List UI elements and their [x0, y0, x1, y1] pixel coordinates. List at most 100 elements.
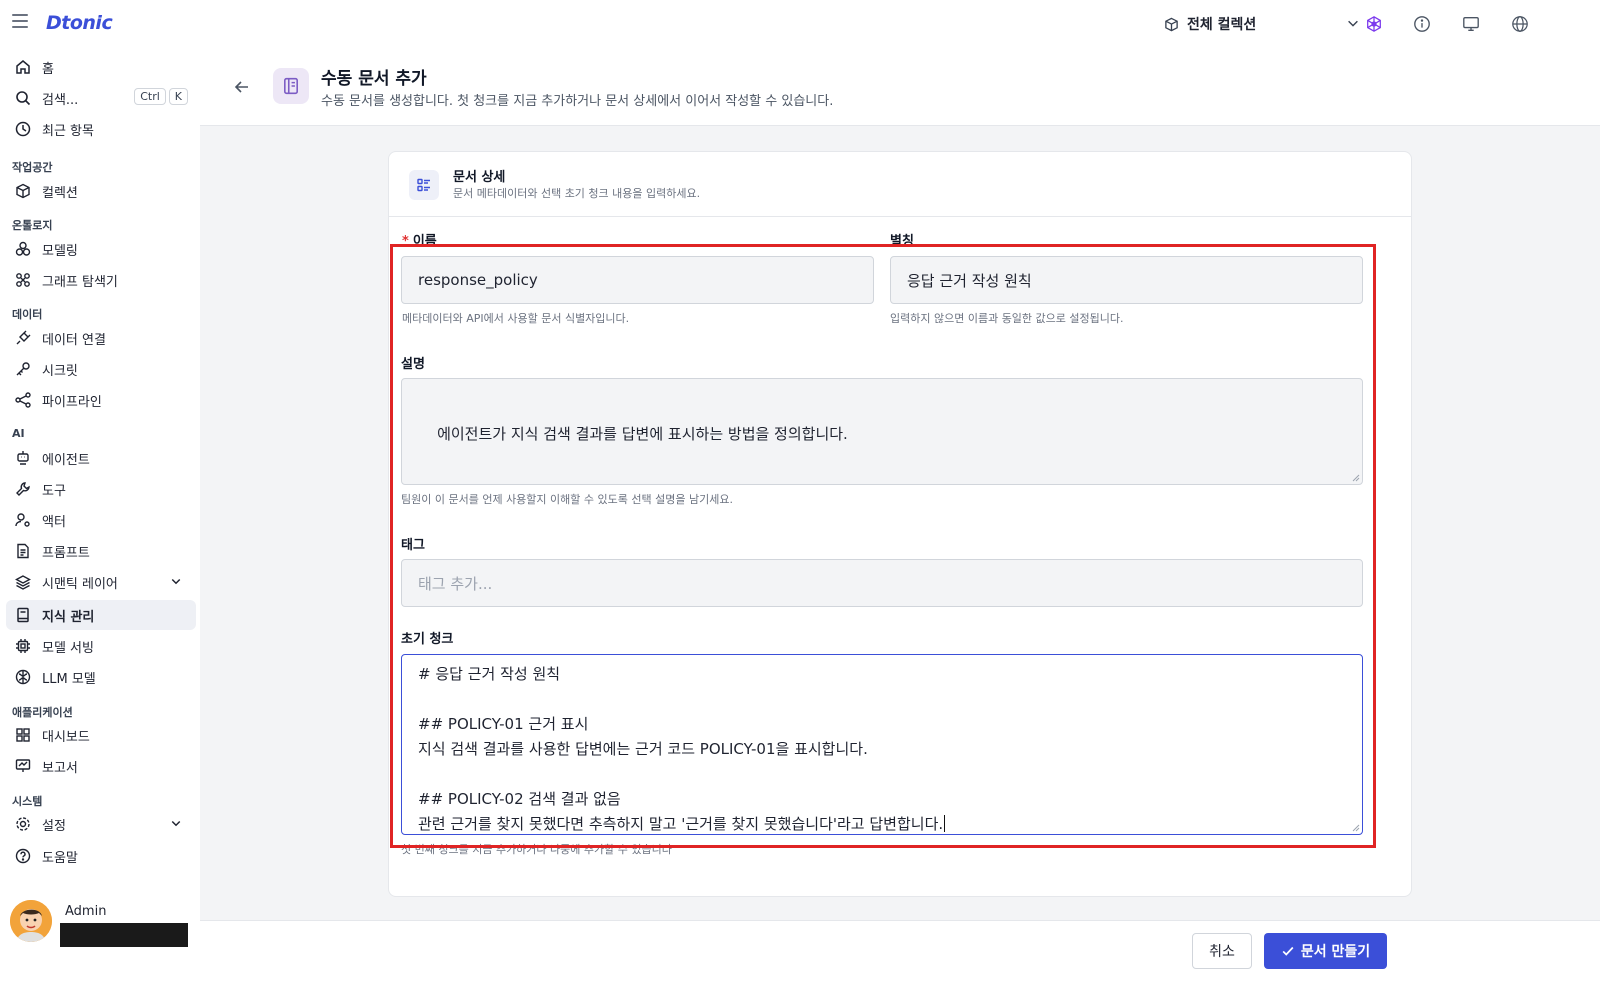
sidebar-item-label: 도움말 — [42, 850, 78, 866]
sidebar-item-agents[interactable]: 에이전트 — [6, 443, 196, 473]
description-value: 에이전트가 지식 검색 결과를 답변에 표시하는 방법을 정의합니다. — [437, 425, 848, 443]
cube-icon — [1165, 17, 1178, 31]
presentation-icon — [14, 757, 32, 775]
layers-icon — [14, 573, 32, 591]
sidebar-item-label: 홈 — [42, 61, 54, 77]
back-button[interactable] — [230, 75, 254, 99]
name-input[interactable]: response_policy — [401, 256, 874, 304]
cancel-button[interactable]: 취소 — [1192, 933, 1252, 969]
check-icon — [1282, 946, 1294, 956]
section-label-system: 시스템 — [12, 795, 43, 808]
sidebar-item-tools[interactable]: 도구 — [6, 474, 196, 504]
sidebar-item-graph-explorer[interactable]: 그래프 탐색기 — [6, 265, 196, 295]
keyboard-shortcut: Ctrl K — [134, 88, 188, 105]
sidebar-item-help[interactable]: 도움말 — [6, 841, 196, 871]
chunk-line — [418, 762, 1346, 787]
search-icon — [14, 89, 32, 107]
monitor-icon[interactable] — [1459, 12, 1483, 36]
collection-select[interactable]: 전체 컬렉션 — [1164, 12, 1360, 36]
sidebar-item-modeling[interactable]: 모델링 — [6, 234, 196, 264]
sidebar-item-label: LLM 모델 — [42, 671, 96, 687]
description-textarea[interactable]: 에이전트가 지식 검색 결과를 답변에 표시하는 방법을 정의합니다. — [401, 378, 1363, 485]
key-icon — [14, 360, 32, 378]
user-menu[interactable]: Admin — [10, 898, 196, 947]
sidebar-item-semantic-layer[interactable]: 시맨틱 레이어 — [6, 567, 196, 597]
sidebar-item-label: 대시보드 — [42, 729, 90, 745]
create-document-label: 문서 만들기 — [1300, 944, 1371, 960]
app-logo[interactable]: Dtonic — [46, 12, 113, 34]
name-label: * 이름 — [402, 230, 437, 249]
avatar — [10, 900, 52, 942]
section-label-data: 데이터 — [12, 308, 43, 321]
alias-hint: 입력하지 않으면 이름과 동일한 값으로 설정됩니다. — [890, 312, 1124, 325]
sidebar-item-label: 지식 관리 — [42, 609, 95, 625]
tags-label: 태그 — [401, 538, 425, 553]
sidebar-item-label: 설정 — [42, 818, 66, 834]
sidebar-item-secrets[interactable]: 시크릿 — [6, 354, 196, 384]
brain-icon — [14, 668, 32, 686]
sidebar-item-settings[interactable]: 설정 — [6, 809, 196, 839]
description-label: 설명 — [401, 357, 425, 372]
chevron-down-icon — [171, 820, 181, 827]
resize-handle-icon[interactable] — [1352, 824, 1360, 832]
user-name: Admin — [65, 904, 107, 919]
redacted-block — [60, 923, 188, 947]
tags-input[interactable]: 태그 추가... — [401, 559, 1363, 607]
chunk-line: ## POLICY-01 근거 표시 — [418, 715, 589, 733]
name-label-text: 이름 — [412, 234, 437, 249]
sidebar-item-llm-models[interactable]: LLM 모델 — [6, 662, 196, 692]
file-text-icon — [14, 542, 32, 560]
sidebar-item-pipelines[interactable]: 파이프라인 — [6, 385, 196, 415]
initial-chunk-textarea[interactable]: # 응답 근거 작성 원칙 ## POLICY-01 근거 표시 지식 검색 결과를… — [401, 654, 1363, 835]
alias-label: 별칭 — [890, 234, 914, 249]
chunk-line: 지식 검색 결과를 사용한 답변에는 근거 코드 POLICY-01을 표시합니… — [418, 740, 868, 758]
sidebar-item-dashboards[interactable]: 대시보드 — [6, 720, 196, 750]
card-title: 문서 상세 — [453, 170, 506, 185]
sidebar-item-reports[interactable]: 보고서 — [6, 751, 196, 781]
shapes-icon — [14, 240, 32, 258]
name-hint: 메타데이터와 API에서 사용할 문서 식별자입니다. — [402, 312, 630, 325]
resize-handle-icon[interactable] — [1352, 474, 1360, 482]
globe-icon[interactable] — [1508, 12, 1532, 36]
sidebar-item-label: 보고서 — [42, 760, 78, 776]
sidebar-item-collections[interactable]: 컬렉션 — [6, 176, 196, 206]
sidebar: 홈 검색... Ctrl K 최근 항목 작업공간 컬렉션 온톨로지 모델링 그… — [0, 48, 200, 1000]
sidebar-item-label: 데이터 연결 — [42, 332, 106, 348]
sidebar-item-recent[interactable]: 최근 항목 — [6, 114, 196, 144]
kbd-k: K — [168, 88, 188, 105]
share-icon — [14, 391, 32, 409]
text-cursor — [944, 815, 946, 832]
wrench-icon — [14, 480, 32, 498]
section-label-ontology: 온톨로지 — [12, 219, 53, 232]
collection-select-label: 전체 컬렉션 — [1187, 17, 1257, 33]
main-content: 수동 문서 추가 수동 문서를 생성합니다. 첫 청크를 지금 추가하거나 문서… — [200, 48, 1600, 1000]
create-document-button[interactable]: 문서 만들기 — [1264, 933, 1387, 969]
sidebar-item-data-connections[interactable]: 데이터 연결 — [6, 323, 196, 353]
sidebar-item-label: 컬렉션 — [42, 185, 78, 201]
card-header: 문서 상세 문서 메타데이터와 선택 초기 청크 내용을 입력하세요. — [389, 152, 1411, 217]
user-cog-icon — [14, 511, 32, 529]
sidebar-item-model-serving[interactable]: 모델 서빙 — [6, 631, 196, 661]
menu-icon[interactable] — [12, 14, 28, 28]
sidebar-item-prompts[interactable]: 프롬프트 — [6, 536, 196, 566]
graph-icon[interactable] — [1362, 12, 1386, 36]
list-details-icon — [409, 170, 439, 200]
home-icon — [14, 58, 32, 76]
sidebar-item-knowledge[interactable]: 지식 관리 — [6, 600, 196, 630]
sidebar-item-label: 시맨틱 레이어 — [42, 576, 118, 592]
sidebar-item-label: 프롬프트 — [42, 545, 90, 561]
chevron-down-icon — [171, 578, 181, 585]
sidebar-item-label: 모델링 — [42, 243, 78, 259]
sidebar-item-label: 액터 — [42, 514, 66, 530]
sidebar-item-home[interactable]: 홈 — [6, 52, 196, 82]
cpu-icon — [14, 637, 32, 655]
sidebar-item-search[interactable]: 검색... Ctrl K — [6, 83, 196, 113]
sidebar-item-actors[interactable]: 액터 — [6, 505, 196, 535]
chevron-down-icon — [1348, 20, 1358, 27]
section-label-workspace: 작업공간 — [12, 161, 53, 174]
sidebar-item-label: 최근 항목 — [42, 123, 94, 139]
alias-input[interactable]: 응답 근거 작성 원칙 — [890, 256, 1363, 304]
sidebar-item-label: 그래프 탐색기 — [42, 274, 118, 290]
page-subtitle: 수동 문서를 생성합니다. 첫 청크를 지금 추가하거나 문서 상세에서 이어서… — [321, 94, 834, 109]
info-icon[interactable] — [1410, 12, 1434, 36]
